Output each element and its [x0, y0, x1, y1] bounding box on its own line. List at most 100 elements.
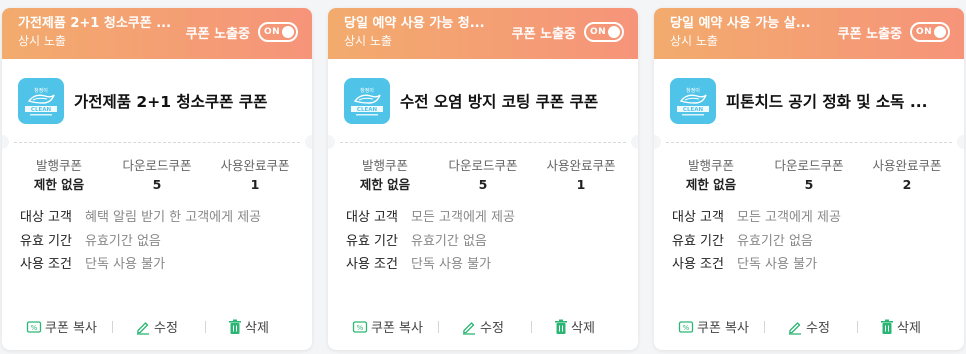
stat-used-value: 2 [902, 177, 912, 192]
trash-icon [880, 319, 894, 335]
stat-downloaded: 다운로드쿠폰 5 [438, 158, 528, 194]
copy-coupon-label: 쿠폰 복사 [371, 321, 423, 336]
edit-button[interactable]: 수정 [135, 317, 181, 336]
detail-target-value: 모든 고객에게 제공 [411, 210, 515, 225]
detail-condition-value: 단독 사용 불가 [85, 257, 166, 272]
detail-condition: 사용 조건 단독 사용 불가 [20, 253, 312, 277]
detail-condition-value: 단독 사용 불가 [737, 257, 818, 272]
divider-line [340, 142, 626, 143]
card-header-title: 당일 예약 사용 가능 청... [344, 16, 485, 31]
coupon-title-row: 창정이 CLEAN 피톤치드 공기 정화 및 소독 ... [654, 59, 964, 142]
detail-condition: 사용 조건 단독 사용 불가 [672, 253, 964, 277]
delete-button[interactable]: 삭제 [880, 317, 921, 336]
detail-condition: 사용 조건 단독 사용 불가 [346, 253, 638, 277]
divider-line [666, 142, 952, 143]
detail-target: 대상 고객 모든 고객에게 제공 [346, 206, 638, 230]
stat-downloaded-value: 5 [152, 177, 162, 192]
delete-button[interactable]: 삭제 [554, 317, 595, 336]
coupon-name: 수전 오염 방지 코팅 쿠폰 쿠폰 [400, 92, 599, 111]
copy-coupon-button[interactable]: % 쿠폰 복사 [352, 317, 438, 336]
toggle-on-text: ON [264, 27, 281, 37]
clean-logo-icon: 창정이 CLEAN [344, 77, 390, 124]
dashed-divider [2, 135, 312, 149]
stat-issued-value: 제한 없음 [359, 177, 411, 192]
detail-condition-label: 사용 조건 [20, 257, 72, 272]
expose-label: 쿠폰 노출중 [185, 26, 250, 42]
stat-downloaded-value: 5 [478, 177, 488, 192]
coupon-details: 대상 고객 모든 고객에게 제공 유효 기간 유효기간 없음 사용 조건 단독 … [328, 194, 638, 277]
pencil-icon [461, 319, 477, 335]
expose-control: 쿠폰 노출중 ON [186, 22, 298, 42]
edit-label: 수정 [154, 321, 178, 336]
dashed-divider [654, 135, 964, 149]
card-actions: % 쿠폰 복사 수정 삭제 [654, 317, 964, 336]
coupon-stats: 발행쿠폰 제한 없음 다운로드쿠폰 5 사용완료쿠폰 1 [328, 144, 638, 194]
copy-coupon-button[interactable]: % 쿠폰 복사 [26, 317, 112, 336]
expose-label: 쿠폰 노출중 [511, 26, 576, 42]
coupon-stats: 발행쿠폰 제한 없음 다운로드쿠폰 5 사용완료쿠폰 2 [654, 144, 964, 194]
detail-target: 대상 고객 혜택 알림 받기 한 고객에게 제공 [20, 206, 312, 230]
svg-text:창정이: 창정이 [686, 87, 700, 94]
pencil-icon [135, 319, 151, 335]
detail-validity: 유효 기간 유효기간 없음 [346, 230, 638, 254]
divider-line [14, 142, 300, 143]
stat-issued-value: 제한 없음 [685, 177, 737, 192]
expose-label: 쿠폰 노출중 [837, 26, 902, 42]
coupon-card: 당일 예약 사용 가능 살... 상시 노출 쿠폰 노출중 ON 창정이 CLE… [654, 8, 964, 350]
svg-text:%: % [683, 324, 690, 332]
svg-text:CLEAN: CLEAN [31, 107, 52, 113]
detail-validity: 유효 기간 유효기간 없음 [20, 230, 312, 254]
stat-downloaded-label: 다운로드쿠폰 [448, 158, 518, 173]
stat-used-label: 사용완료쿠폰 [220, 158, 290, 173]
toggle-on-text: ON [590, 27, 607, 37]
detail-target-value: 모든 고객에게 제공 [737, 210, 841, 225]
expose-control: 쿠폰 노출중 ON [838, 22, 950, 42]
svg-text:CLEAN: CLEAN [683, 107, 704, 113]
coupon-title-row: 창정이 CLEAN 가전제품 2+1 청소쿠폰 쿠폰 [2, 59, 312, 142]
stat-issued-label: 발행쿠폰 [361, 158, 408, 173]
card-header: 가전제품 2+1 청소쿠폰 ... 상시 노출 쿠폰 노출중 ON [2, 8, 312, 59]
edit-button[interactable]: 수정 [787, 317, 833, 336]
copy-coupon-label: 쿠폰 복사 [697, 321, 749, 336]
action-separator [205, 320, 206, 333]
stat-used-label: 사용완료쿠폰 [546, 158, 616, 173]
expose-toggle[interactable]: ON [910, 22, 950, 42]
expose-control: 쿠폰 노출중 ON [512, 22, 624, 42]
svg-text:%: % [31, 324, 38, 332]
expose-toggle[interactable]: ON [584, 22, 624, 42]
detail-target-value: 혜택 알림 받기 한 고객에게 제공 [85, 210, 262, 225]
action-separator [531, 320, 532, 333]
stat-issued-label: 발행쿠폰 [35, 158, 82, 173]
copy-coupon-label: 쿠폰 복사 [45, 321, 97, 336]
card-header-title: 가전제품 2+1 청소쿠폰 ... [18, 16, 172, 31]
stat-used-value: 1 [250, 177, 260, 192]
divider-notch-right [957, 135, 964, 149]
coupon-details: 대상 고객 모든 고객에게 제공 유효 기간 유효기간 없음 사용 조건 단독 … [654, 194, 964, 277]
copy-coupon-button[interactable]: % 쿠폰 복사 [678, 317, 764, 336]
stat-issued: 발행쿠폰 제한 없음 [666, 158, 756, 194]
detail-validity-value: 유효기간 없음 [737, 233, 813, 249]
coupon-title-row: 창정이 CLEAN 수전 오염 방지 코팅 쿠폰 쿠폰 [328, 59, 638, 142]
stat-used: 사용완료쿠폰 2 [862, 158, 952, 194]
detail-validity-label: 유효 기간 [20, 233, 72, 249]
card-header: 당일 예약 사용 가능 청... 상시 노출 쿠폰 노출중 ON [328, 8, 638, 59]
edit-button[interactable]: 수정 [461, 317, 507, 336]
detail-target-label: 대상 고객 [346, 210, 398, 225]
expose-toggle[interactable]: ON [258, 22, 298, 42]
toggle-knob [282, 26, 294, 38]
detail-validity-label: 유효 기간 [346, 233, 398, 249]
coupon-name: 가전제품 2+1 청소쿠폰 쿠폰 [74, 92, 268, 111]
detail-validity-value: 유효기간 없음 [411, 233, 487, 249]
stat-used-label: 사용완료쿠폰 [872, 158, 942, 173]
clean-logo-icon: 창정이 CLEAN [670, 77, 716, 124]
stat-issued-value: 제한 없음 [33, 177, 85, 192]
toggle-knob [934, 26, 946, 38]
detail-target-label: 대상 고객 [20, 210, 72, 225]
toggle-on-text: ON [916, 27, 933, 37]
clean-logo-icon: 창정이 CLEAN [18, 77, 64, 124]
delete-button[interactable]: 삭제 [228, 317, 269, 336]
trash-icon [228, 319, 242, 335]
detail-target: 대상 고객 모든 고객에게 제공 [672, 206, 964, 230]
detail-target-label: 대상 고객 [672, 210, 724, 225]
dashed-divider [328, 135, 638, 149]
